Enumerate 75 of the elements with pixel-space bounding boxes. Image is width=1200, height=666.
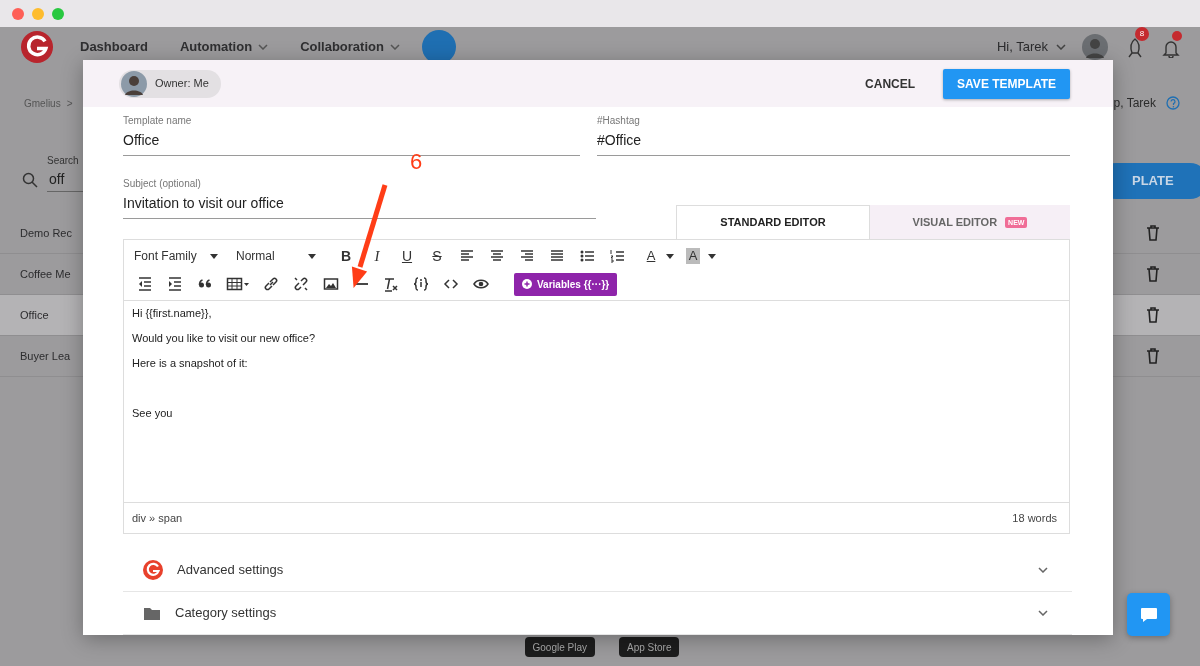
strikethrough-button[interactable]: S xyxy=(422,243,452,269)
text-color-button[interactable]: A xyxy=(636,243,666,269)
editor-body[interactable]: Hi {{first.name}}, Would you like to visit our new office? Here is a snapshot of it: See you xyxy=(124,301,1069,502)
nav-link[interactable]: Automation xyxy=(179,37,269,57)
clear-formatting-icon xyxy=(383,276,399,292)
text-field[interactable]: Invitation to visit our office xyxy=(123,193,596,219)
trash-icon xyxy=(1146,225,1160,241)
justify-icon xyxy=(549,248,565,264)
plus-circle-icon xyxy=(522,279,532,289)
italic-button[interactable]: I xyxy=(370,248,384,264)
search-icon xyxy=(22,172,38,188)
caret-icon xyxy=(210,253,218,259)
folder-icon xyxy=(143,605,161,621)
chat-icon xyxy=(1138,605,1159,624)
highlight-color-button[interactable]: A xyxy=(686,248,700,264)
cancel-button[interactable]: CANCEL xyxy=(855,68,926,99)
help-icon xyxy=(1166,96,1180,110)
outdent-icon xyxy=(137,276,153,292)
brand-logo xyxy=(143,560,163,580)
notification-badge: 8 xyxy=(1135,27,1149,41)
dropdown-select[interactable]: Normal xyxy=(230,243,322,269)
paragraph: See you xyxy=(132,407,174,420)
brand-logo xyxy=(21,31,53,63)
trash-icon xyxy=(1146,266,1160,282)
underline-button[interactable]: U xyxy=(392,243,422,269)
unlink-icon xyxy=(293,276,309,292)
store-badge[interactable]: App Store xyxy=(619,637,680,657)
settings-section[interactable]: Category settings xyxy=(123,592,1072,635)
caret-icon xyxy=(666,253,674,259)
field-label: #Hashtag xyxy=(597,114,641,128)
nav-link[interactable]: Collaboration xyxy=(300,37,400,57)
link-icon xyxy=(263,276,279,292)
table-icon xyxy=(226,276,250,292)
template-name: Coffee Me xyxy=(20,266,71,282)
user-name: p, Tarek xyxy=(1113,95,1156,112)
paragraph: Hi {{first.name}}, xyxy=(132,307,213,320)
text-field[interactable]: #Office xyxy=(597,130,1070,156)
paragraph: Here is a snapshot of it: xyxy=(132,357,249,370)
user-menu[interactable]: Hi, Tarek xyxy=(996,37,1066,57)
image-icon xyxy=(323,276,339,292)
indent-icon xyxy=(167,276,183,292)
editor-tab[interactable]: STANDARD EDITOR xyxy=(676,205,870,239)
word-count: 18 words xyxy=(1012,510,1057,526)
trash-icon xyxy=(1146,307,1160,323)
paragraph: Would you like to visit our new office? xyxy=(132,332,317,345)
align-right-icon xyxy=(519,248,535,264)
caret-icon xyxy=(308,253,316,259)
template-name: Office xyxy=(20,307,49,323)
chevron-icon xyxy=(1056,44,1066,50)
store-badge[interactable]: Google Play xyxy=(524,637,595,657)
rocket-icon xyxy=(1126,36,1144,59)
align-left-icon xyxy=(459,248,475,264)
align-center-icon xyxy=(489,248,505,264)
bold-button[interactable]: B xyxy=(339,248,353,264)
numbered-list-icon xyxy=(609,248,625,264)
bullet-list-icon xyxy=(579,248,595,264)
field-label: Subject (optional) xyxy=(123,177,202,191)
nav-link[interactable]: Dashboard xyxy=(80,37,148,57)
template-name: Demo Rec xyxy=(20,225,72,241)
chat-button[interactable] xyxy=(1127,593,1170,636)
template-name: Buyer Lea xyxy=(20,348,71,364)
field-label: Search xyxy=(47,154,80,168)
trash-icon xyxy=(1146,348,1160,364)
owner-chip[interactable]: Owner: Me xyxy=(119,69,221,98)
settings-section[interactable]: Advanced settings xyxy=(123,549,1072,592)
field-label: Template name xyxy=(123,114,193,128)
avatar xyxy=(1082,34,1108,60)
avatar xyxy=(121,70,147,97)
caret-icon xyxy=(708,253,716,259)
element-path: div » span xyxy=(132,510,183,526)
braces-icon xyxy=(413,276,429,292)
variables-button[interactable]: Variables {{···}} xyxy=(514,272,618,296)
horizontal-rule-icon xyxy=(353,282,369,286)
dropdown-select[interactable]: Font Family xyxy=(128,243,224,269)
breadcrumb-separator: > xyxy=(66,96,73,111)
